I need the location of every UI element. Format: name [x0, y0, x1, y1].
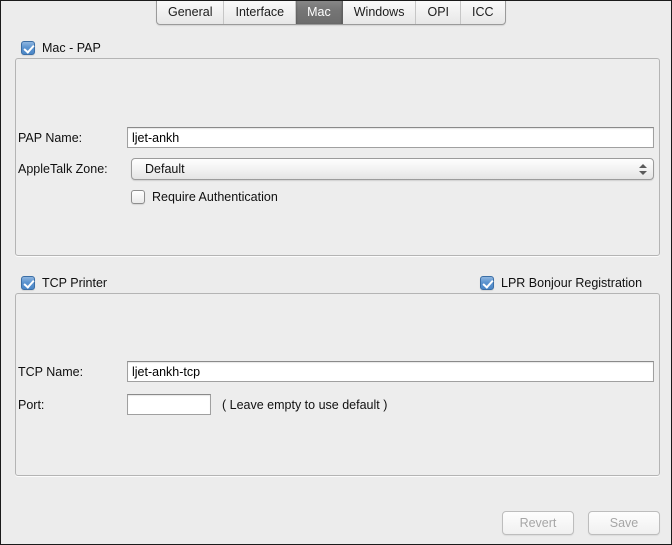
appletalk-zone-label: AppleTalk Zone:	[18, 162, 108, 176]
checkbox-indicator	[131, 190, 145, 204]
port-hint-text: ( Leave empty to use default )	[222, 398, 388, 412]
pap-group-box	[15, 58, 660, 256]
stepper-arrows-icon	[638, 161, 647, 177]
tab-interface[interactable]: Interface	[224, 1, 297, 24]
tcp-printer-enable-checkbox[interactable]: TCP Printer	[21, 276, 107, 290]
mac-pap-enable-checkbox[interactable]: Mac - PAP	[21, 41, 101, 55]
save-button[interactable]: Save	[588, 511, 660, 535]
tcp-printer-enable-label: TCP Printer	[42, 276, 108, 290]
tcp-name-label: TCP Name:	[18, 365, 84, 379]
port-label: Port:	[18, 398, 45, 412]
pap-name-input[interactable]	[127, 127, 654, 148]
tcp-group-box	[15, 293, 660, 476]
checkbox-indicator	[480, 276, 494, 290]
tab-opi[interactable]: OPI	[416, 1, 462, 24]
tab-mac[interactable]: Mac	[296, 1, 343, 24]
checkbox-indicator	[21, 276, 35, 290]
settings-window: General Interface Mac Windows OPI ICC Ma…	[0, 0, 672, 545]
appletalk-zone-select[interactable]: Default	[131, 158, 654, 180]
pap-name-label: PAP Name:	[18, 131, 83, 145]
tab-icc[interactable]: ICC	[461, 1, 505, 24]
revert-button[interactable]: Revert	[502, 511, 574, 535]
mac-pap-enable-label: Mac - PAP	[42, 41, 101, 55]
appletalk-zone-value: Default	[145, 162, 185, 176]
require-authentication-checkbox[interactable]: Require Authentication	[131, 190, 278, 204]
port-input[interactable]	[127, 394, 211, 415]
lpr-bonjour-registration-label: LPR Bonjour Registration	[501, 276, 643, 290]
lpr-bonjour-registration-checkbox[interactable]: LPR Bonjour Registration	[480, 276, 642, 290]
tab-windows[interactable]: Windows	[343, 1, 417, 24]
require-authentication-label: Require Authentication	[152, 190, 278, 204]
tab-strip: General Interface Mac Windows OPI ICC	[156, 1, 506, 25]
checkbox-indicator	[21, 41, 35, 55]
tab-bar: General Interface Mac Windows OPI ICC	[1, 1, 671, 29]
tab-general[interactable]: General	[157, 1, 225, 24]
tcp-name-input[interactable]	[127, 361, 654, 382]
